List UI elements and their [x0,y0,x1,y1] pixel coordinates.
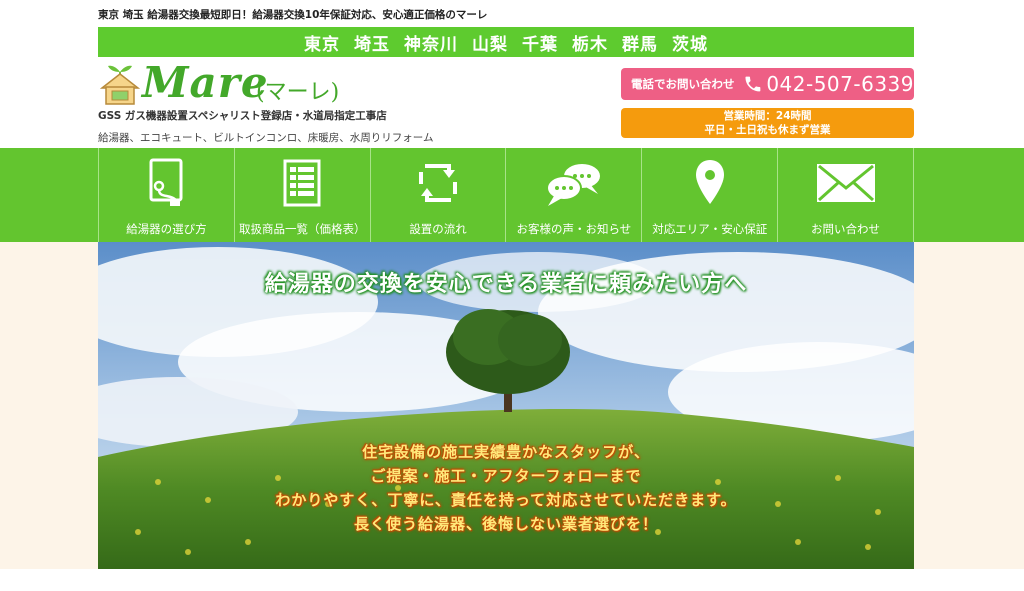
nav-item-water-heater-guide[interactable]: 給湯器の選び方 [98,148,234,242]
nav-label-voices-news: お客様の声・お知らせ [516,222,632,236]
page: 東京 埼玉 給湯器交換最短即日！給湯器交換10年保証対応、安心適正価格のマーレ … [0,0,1024,591]
area-chiba: 千葉 [522,34,558,55]
area-tokyo: 東京 [304,34,340,55]
hero-body-line: ご提案・施工・アフターフォローまで [370,467,642,485]
map-pin-icon [695,160,724,204]
nav-label-price-list: 取扱商品一覧（価格表） [238,222,366,236]
hero-body-line: わかりやすく、丁寧に、責任を持って対応させていただきます。 [275,491,737,509]
top-strip-text: 東京 埼玉 給湯器交換最短即日！給湯器交換10年保証対応、安心適正価格のマーレ [98,9,488,21]
main-nav: 給湯器の選び方 取扱商品一覧（価格表） 設置の流れ お客様の声・お知らせ 対応エ… [98,148,914,242]
nav-item-contact[interactable]: お問い合わせ [777,148,914,242]
area-ibaraki: 茨城 [672,34,708,55]
price-list-icon [283,159,321,207]
nav-label-service-area: 対応エリア・安心保証 [652,222,768,236]
tagline: GSS ガス機器設置スペシャリスト登録店・水道局指定工事店 [98,110,387,122]
envelope-icon [816,164,875,202]
area-kanagawa: 神奈川 [404,34,458,55]
speech-bubbles-icon [545,164,600,206]
nav-item-voices-news[interactable]: お客様の声・お知らせ [505,148,641,242]
area-tochigi: 栃木 [572,34,608,55]
water-heater-icon [149,158,183,206]
phone-contact-button[interactable]: 電話でお問い合わせ 042-507-6339 [621,68,914,100]
phone-label: 電話でお問い合わせ [631,77,735,91]
area-saitama: 埼玉 [354,34,390,55]
hero-headline: 給湯器の交換を安心できる業者に頼みたい方へ [264,272,748,297]
hero-body-line: 住宅設備の施工実績豊かなスタッフが、 [362,443,650,461]
house-logo-icon [100,65,140,105]
business-hours-box: 営業時間：24時間 平日・土日祝も休まず営業 [621,108,914,138]
nav-label-installation-flow: 設置の流れ [409,222,467,236]
cycle-arrows-icon [419,164,458,202]
hours-line1: 営業時間：24時間 [723,110,812,122]
hero-body-line: 長く使う給湯器、後悔しない業者選びを！ [353,515,658,533]
site-logo[interactable]: Mare (マーレ) [98,58,428,110]
nav-label-contact: お問い合わせ [811,222,881,236]
brand-name: Mare [142,58,269,107]
area-yamanashi: 山梨 [472,34,508,55]
hours-line2: 平日・土日祝も休まず営業 [704,124,831,136]
hero-banner: 給湯器の交換を安心できる業者に頼みたい方へ 住宅設備の施工実績豊かなスタッフが、… [98,242,914,569]
phone-icon [744,76,760,92]
nav-label-water-heater-guide: 給湯器の選び方 [126,222,207,236]
nav-item-installation-flow[interactable]: 設置の流れ [369,148,506,242]
nav-item-price-list[interactable]: 取扱商品一覧（価格表） [233,148,370,242]
service-area-bar: 東京 埼玉 神奈川 山梨 千葉 栃木 群馬 茨城 [98,27,914,57]
brand-kana: (マーレ) [256,80,340,105]
nav-item-service-area[interactable]: 対応エリア・安心保証 [641,148,777,242]
services-list: 給湯器、エコキュート、ビルトインコンロ、床暖房、水周りリフォーム [98,132,434,144]
area-gunma: 群馬 [622,34,658,55]
phone-number: 042-507-6339 [766,72,914,96]
hero-body-text: 住宅設備の施工実績豊かなスタッフが、 ご提案・施工・アフターフォローまで わかり… [98,440,914,536]
